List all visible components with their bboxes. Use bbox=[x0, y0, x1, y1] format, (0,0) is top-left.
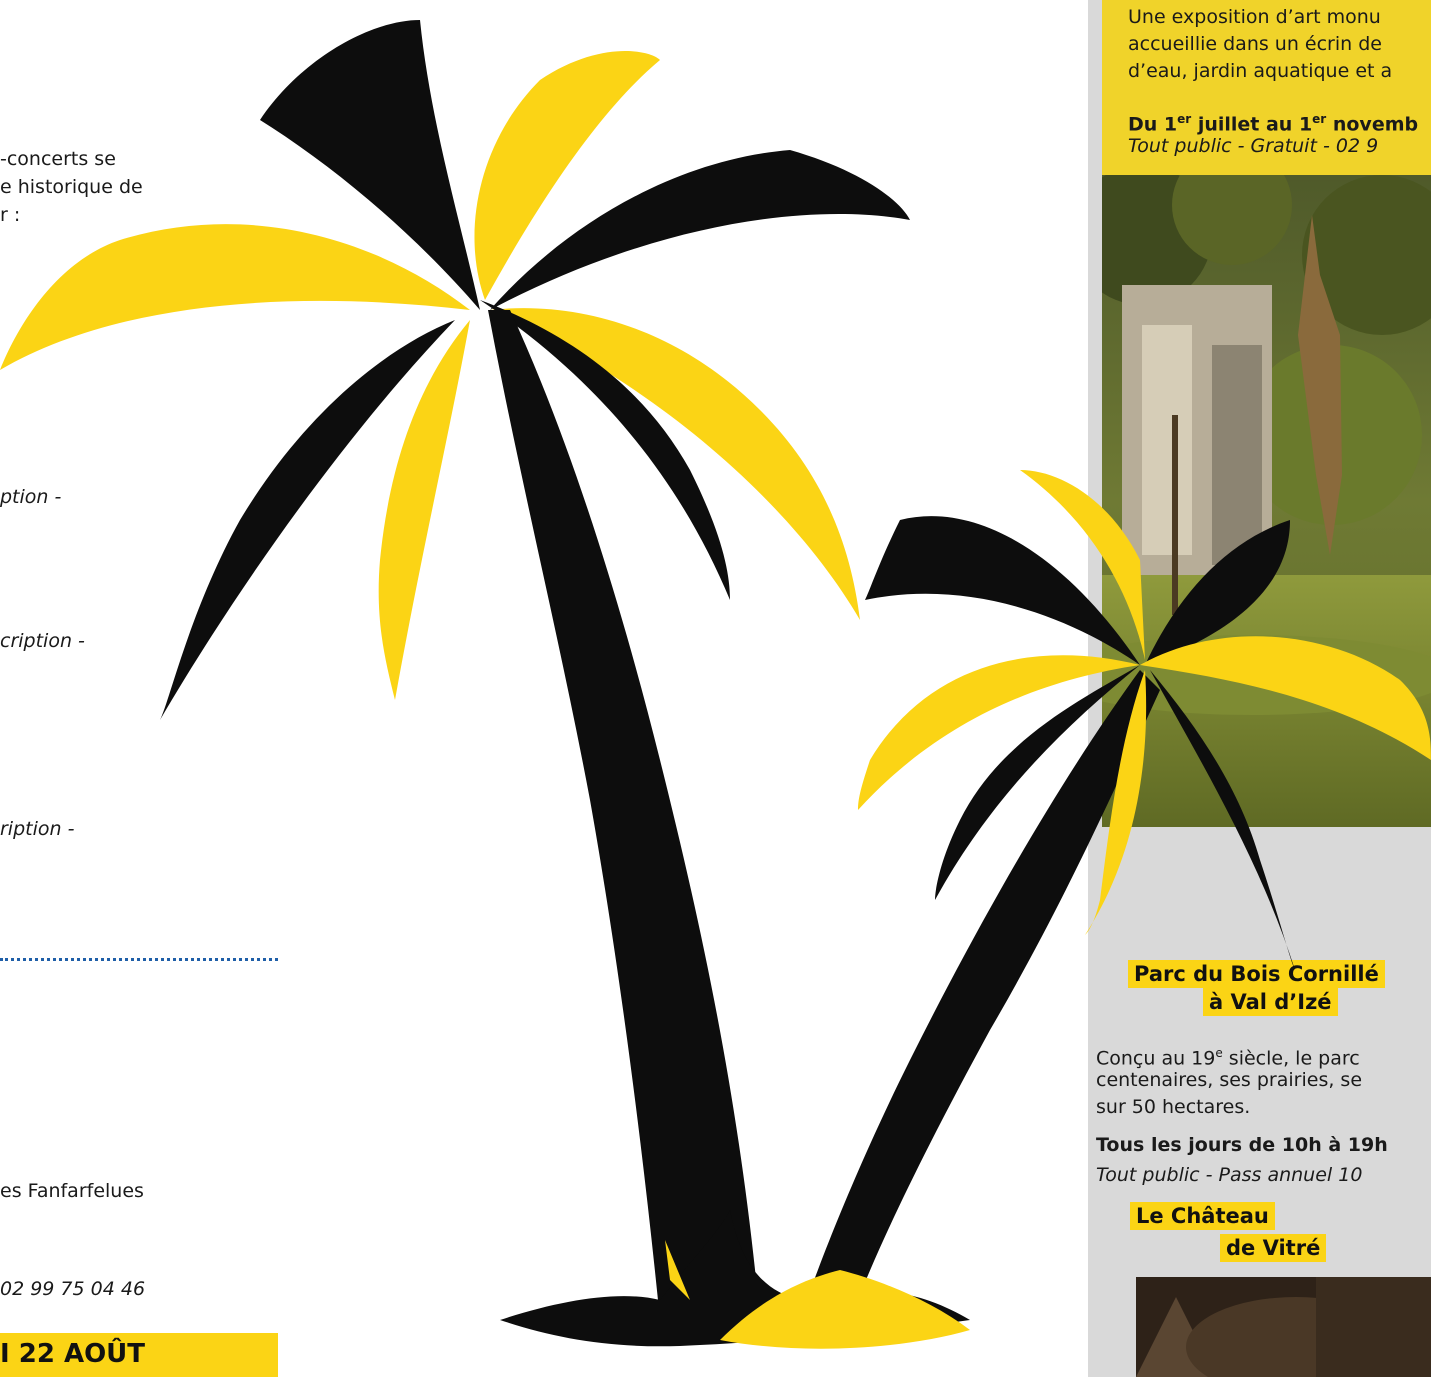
parc-desc: centenaires, ses prairies, se bbox=[1096, 1069, 1363, 1091]
park-photo bbox=[1102, 175, 1431, 827]
chateau-photo bbox=[1136, 1277, 1431, 1377]
expo-box: Une exposition d’art monu accueillie dan… bbox=[1102, 0, 1431, 175]
expo-info: Tout public - Gratuit - 02 9 bbox=[1128, 135, 1379, 157]
right-column: Une exposition d’art monu accueillie dan… bbox=[1088, 0, 1431, 1377]
text-fragment: cription - bbox=[0, 630, 85, 652]
text-fragment: e historique de bbox=[0, 176, 143, 198]
parc-heading: Parc du Bois Cornillé bbox=[1128, 960, 1385, 988]
expo-line: Une exposition d’art monu bbox=[1128, 6, 1381, 28]
date-banner: I 22 AOÛT bbox=[0, 1333, 278, 1377]
chateau-heading-2: de Vitré bbox=[1220, 1234, 1327, 1262]
phone-number: 02 99 75 04 46 bbox=[0, 1278, 146, 1300]
text-fragment: ription - bbox=[0, 818, 75, 840]
date-banner-text: I 22 AOÛT bbox=[0, 1339, 146, 1369]
expo-line: d’eau, jardin aquatique et a bbox=[1128, 60, 1393, 82]
text-fragment: es Fanfarfelues bbox=[0, 1180, 144, 1202]
parc-info: Tout public - Pass annuel 10 bbox=[1096, 1164, 1363, 1186]
left-column: -concerts se e historique de r : ption -… bbox=[0, 0, 290, 1377]
text-fragment: r : bbox=[0, 204, 21, 226]
text-fragment: ption - bbox=[0, 486, 62, 508]
chateau-heading: Le Château bbox=[1130, 1202, 1275, 1230]
text-fragment: -concerts se bbox=[0, 148, 116, 170]
expo-line: accueillie dans un écrin de bbox=[1128, 33, 1382, 55]
parc-desc: sur 50 hectares. bbox=[1096, 1096, 1251, 1118]
parc-hours: Tous les jours de 10h à 19h bbox=[1096, 1134, 1388, 1156]
dotted-divider bbox=[0, 958, 278, 961]
parc-heading-2: à Val d’Izé bbox=[1203, 988, 1338, 1016]
